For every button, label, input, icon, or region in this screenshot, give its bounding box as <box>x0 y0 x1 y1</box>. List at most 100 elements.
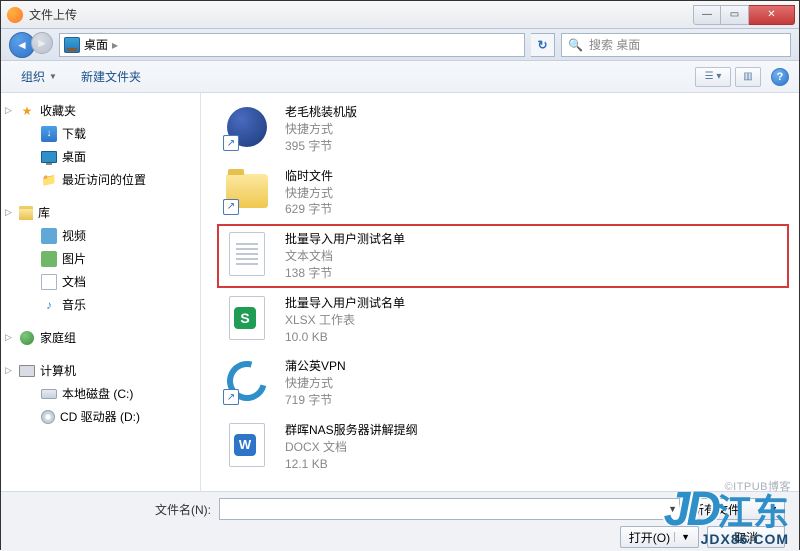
nav-row: ◄ ► 桌面 ▸ ↻ 🔍 搜索 桌面 <box>1 29 799 61</box>
file-item[interactable]: 老毛桃装机版快捷方式395 字节 <box>217 97 789 161</box>
download-icon: ↓ <box>41 126 57 142</box>
search-icon: 🔍 <box>568 38 583 52</box>
file-size: 10.0 KB <box>285 329 405 346</box>
minimize-button[interactable]: — <box>693 5 721 25</box>
file-name: 临时文件 <box>285 167 333 184</box>
cancel-button[interactable]: 取消 <box>707 526 785 548</box>
desktop-icon <box>41 151 57 163</box>
sidebar-item-pictures[interactable]: 图片 <box>1 247 200 270</box>
cd-icon <box>41 410 55 424</box>
file-type: 快捷方式 <box>285 185 333 202</box>
file-item[interactable]: 群晖NAS服务器讲解提纲DOCX 文档12.1 KB <box>217 415 789 479</box>
chevron-down-icon: ▼ <box>49 72 57 81</box>
file-item[interactable]: 批量导入用户测试名单XLSX 工作表10.0 KB <box>217 288 789 352</box>
new-folder-button[interactable]: 新建文件夹 <box>71 64 151 89</box>
file-meta: 临时文件快捷方式629 字节 <box>285 167 333 219</box>
file-icon <box>223 421 271 469</box>
file-icon <box>223 167 271 215</box>
sidebar-item-drive-d[interactable]: CD 驱动器 (D:) <box>1 405 200 428</box>
chevron-down-icon: ▼ <box>769 504 778 514</box>
file-type: 快捷方式 <box>285 375 346 392</box>
sidebar: ★ 收藏夹 ↓下载 桌面 📁最近访问的位置 库 视频 图片 文档 ♪音乐 家庭组 <box>1 93 201 491</box>
dialog-footer: 文件名(N): ▼ 所有文件 ▼ 打开(O) ▼ 取消 <box>1 491 799 551</box>
document-icon <box>41 274 57 290</box>
sidebar-item-drive-c[interactable]: 本地磁盘 (C:) <box>1 382 200 405</box>
file-type-filter[interactable]: 所有文件 ▼ <box>685 498 785 520</box>
window-title: 文件上传 <box>29 6 693 23</box>
file-size: 719 字节 <box>285 392 346 409</box>
nav-back-forward: ◄ ► <box>9 32 53 58</box>
window-buttons: — ▭ ✕ <box>693 5 795 25</box>
watermark: ©ITPUB博客 <box>725 478 792 494</box>
file-icon <box>223 294 271 342</box>
sidebar-item-videos[interactable]: 视频 <box>1 224 200 247</box>
desktop-icon <box>64 37 80 53</box>
close-button[interactable]: ✕ <box>749 5 795 25</box>
filename-dropdown-icon[interactable]: ▼ <box>668 504 677 514</box>
file-item[interactable]: 临时文件快捷方式629 字节 <box>217 161 789 225</box>
picture-icon <box>41 251 57 267</box>
file-icon <box>223 103 271 151</box>
file-meta: 群晖NAS服务器讲解提纲DOCX 文档12.1 KB <box>285 421 418 473</box>
file-meta: 老毛桃装机版快捷方式395 字节 <box>285 103 357 155</box>
file-item[interactable]: 批量导入用户测试名单文本文档138 字节 <box>217 224 789 288</box>
file-size: 395 字节 <box>285 138 357 155</box>
file-meta: 批量导入用户测试名单XLSX 工作表10.0 KB <box>285 294 405 346</box>
forward-button[interactable]: ► <box>31 32 53 54</box>
preview-pane-button[interactable]: ▥ <box>735 67 761 87</box>
sidebar-libraries[interactable]: 库 <box>1 201 200 224</box>
title-bar: 文件上传 — ▭ ✕ <box>1 1 799 29</box>
file-name: 批量导入用户测试名单 <box>285 230 405 247</box>
file-meta: 批量导入用户测试名单文本文档138 字节 <box>285 230 405 282</box>
breadcrumb[interactable]: 桌面 ▸ <box>59 33 525 57</box>
sidebar-item-desktop[interactable]: 桌面 <box>1 145 200 168</box>
sidebar-item-music[interactable]: ♪音乐 <box>1 293 200 316</box>
toolbar: 组织 ▼ 新建文件夹 ☰ ▾ ▥ ? <box>1 61 799 93</box>
help-button[interactable]: ? <box>771 68 789 86</box>
computer-icon <box>19 365 35 377</box>
file-name: 批量导入用户测试名单 <box>285 294 405 311</box>
view-mode-button[interactable]: ☰ ▾ <box>695 67 731 87</box>
maximize-button[interactable]: ▭ <box>721 5 749 25</box>
sidebar-computer[interactable]: 计算机 <box>1 359 200 382</box>
split-arrow-icon: ▼ <box>674 532 690 542</box>
file-type: XLSX 工作表 <box>285 312 405 329</box>
file-type: DOCX 文档 <box>285 439 418 456</box>
sidebar-item-recent[interactable]: 📁最近访问的位置 <box>1 168 200 191</box>
organize-button[interactable]: 组织 ▼ <box>11 64 67 89</box>
body: ★ 收藏夹 ↓下载 桌面 📁最近访问的位置 库 视频 图片 文档 ♪音乐 家庭组 <box>1 93 799 491</box>
file-icon <box>223 357 271 405</box>
file-name: 老毛桃装机版 <box>285 103 357 120</box>
sidebar-favorites[interactable]: ★ 收藏夹 <box>1 99 200 122</box>
music-icon: ♪ <box>41 297 57 313</box>
file-icon <box>223 230 271 278</box>
filename-label: 文件名(N): <box>155 501 211 518</box>
star-icon: ★ <box>19 103 35 119</box>
file-name: 群晖NAS服务器讲解提纲 <box>285 421 418 438</box>
search-input[interactable]: 🔍 搜索 桌面 <box>561 33 791 57</box>
video-icon <box>41 228 57 244</box>
sidebar-item-downloads[interactable]: ↓下载 <box>1 122 200 145</box>
file-list: 老毛桃装机版快捷方式395 字节临时文件快捷方式629 字节批量导入用户测试名单… <box>201 93 799 491</box>
sidebar-homegroup[interactable]: 家庭组 <box>1 326 200 349</box>
homegroup-icon <box>19 330 35 346</box>
library-icon <box>19 206 33 220</box>
filename-input[interactable] <box>219 498 680 520</box>
file-type: 文本文档 <box>285 248 405 265</box>
file-item[interactable]: 蒲公英VPN快捷方式719 字节 <box>217 351 789 415</box>
file-size: 12.1 KB <box>285 456 418 473</box>
file-size: 629 字节 <box>285 201 333 218</box>
search-placeholder: 搜索 桌面 <box>589 36 640 53</box>
chevron-right-icon: ▸ <box>112 38 118 52</box>
file-meta: 蒲公英VPN快捷方式719 字节 <box>285 357 346 409</box>
recent-icon: 📁 <box>41 172 57 188</box>
breadcrumb-location: 桌面 <box>84 36 108 53</box>
open-button[interactable]: 打开(O) ▼ <box>620 526 699 548</box>
file-type: 快捷方式 <box>285 121 357 138</box>
firefox-icon <box>7 7 23 23</box>
sidebar-item-documents[interactable]: 文档 <box>1 270 200 293</box>
refresh-button[interactable]: ↻ <box>531 33 555 57</box>
file-name: 蒲公英VPN <box>285 357 346 374</box>
file-size: 138 字节 <box>285 265 405 282</box>
drive-icon <box>41 389 57 399</box>
